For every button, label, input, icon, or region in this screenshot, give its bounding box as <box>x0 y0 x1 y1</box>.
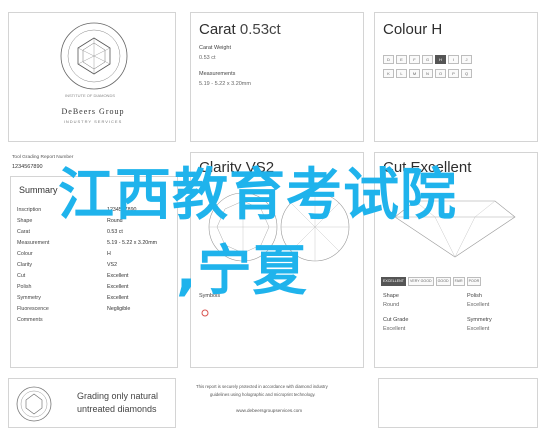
colour-grade-f: F <box>409 55 420 64</box>
summary-row-label: Shape <box>17 218 33 224</box>
colour-grade-i: I <box>448 55 459 64</box>
footer-notice-2: guidelines using holographic and micropr… <box>210 392 316 397</box>
summary-row-value: Excellent <box>107 295 129 301</box>
cut-scale: EXCELLENT VERY GOOD GOOD FAIR POOR <box>381 277 482 286</box>
cut-symmetry-label: Symmetry <box>467 317 492 323</box>
summary-row-value: VS2 <box>107 262 118 268</box>
colour-grade-l: L <box>396 69 407 78</box>
colour-grade-g: G <box>422 55 433 64</box>
summary-row-label: Polish <box>17 284 32 290</box>
colour-grade-k: K <box>383 69 394 78</box>
measurements-value: 5.19 - 5.22 x 3.20mm <box>199 81 251 87</box>
footer-notice-1: This report is securely protected in acc… <box>196 384 328 389</box>
brand-sub: INDUSTRY SERVICES <box>63 119 123 124</box>
summary-row-label: Fluorescence <box>17 306 49 312</box>
brand-name: DeBeers Group <box>61 107 125 116</box>
inclusion-symbol-icon <box>201 309 209 317</box>
carat-title: Carat 0.53ct <box>199 21 281 38</box>
summary-row-label: Colour <box>17 251 33 257</box>
colour-title: Colour H <box>383 21 442 38</box>
carat-weight-label: Carat Weight <box>199 45 231 51</box>
overlay-subline: ,宁夏 <box>176 239 308 302</box>
cut-grade-poor: POOR <box>466 277 482 286</box>
summary-row-label: Clarity <box>17 262 33 268</box>
carat-title-value: 0.53ct <box>239 21 281 38</box>
summary-row-value: Excellent <box>107 284 129 290</box>
colour-title-word: Colour <box>383 21 428 38</box>
seal-text: INSTITUTE OF DIAMONDS <box>65 93 115 98</box>
summary-row-label: Carat <box>17 229 30 235</box>
cut-polish-label: Polish <box>467 293 482 299</box>
carat-weight-value: 0.53 ct <box>199 55 216 61</box>
grading-line-1: Grading only natural <box>77 391 159 401</box>
footer-grading-panel: Grading only natural untreated diamonds <box>8 378 176 428</box>
summary-row-label: Inscription <box>17 207 42 213</box>
grading-line-2: untreated diamonds <box>77 404 157 414</box>
cut-grade-value: Excellent <box>383 326 406 332</box>
cut-polish-value: Excellent <box>467 302 490 308</box>
colour-scale-lower: KLMNOPQ <box>383 69 472 78</box>
summary-row-value: Negligible <box>107 306 131 312</box>
cut-symmetry-value: Excellent <box>467 326 490 332</box>
summary-row-value: Excellent <box>107 273 129 279</box>
colour-title-value: H <box>431 21 443 38</box>
colour-grade-d: D <box>383 55 394 64</box>
natural-diamond-seal-icon <box>16 386 52 422</box>
measurements-label: Measurements <box>199 71 236 77</box>
colour-grade-o: O <box>435 69 446 78</box>
colour-scale: DEFGHIJ <box>383 55 472 64</box>
summary-row-label: Measurement <box>17 240 50 246</box>
footer-website-link[interactable]: www.debeersgroupservices.com <box>236 408 302 413</box>
overlay-headline: 江西教育考试院 <box>58 163 457 228</box>
cut-shape-value: Round <box>383 302 400 308</box>
summary-row-label: Cut <box>17 273 26 279</box>
colour-grade-j: J <box>461 55 472 64</box>
cut-grade-good: GOOD <box>435 277 451 286</box>
colour-grade-n: N <box>422 69 433 78</box>
colour-grade-e: E <box>396 55 407 64</box>
report-number: 1234567890 <box>12 164 43 170</box>
carat-panel: Carat 0.53ct Carat Weight 0.53 ct Measur… <box>190 12 364 142</box>
cut-grade-fair: FAIR <box>452 277 465 286</box>
summary-row-label: Comments <box>17 317 43 323</box>
summary-title: Summary <box>19 185 58 195</box>
institute-seal-icon <box>60 22 128 90</box>
footer-right-panel <box>378 378 538 428</box>
summary-row-label: Symmetry <box>17 295 41 301</box>
logo-panel: INSTITUTE OF DIAMONDS DeBeers Group INDU… <box>8 12 176 142</box>
cut-shape-label: Shape <box>383 293 399 299</box>
colour-grade-h: H <box>435 55 446 64</box>
cut-grade-label: Cut Grade <box>383 317 409 323</box>
colour-grade-p: P <box>448 69 459 78</box>
summary-row-value: 5.19 - 5.22 x 3.20mm <box>107 240 158 246</box>
cut-grade-very-good: VERY GOOD <box>407 277 434 286</box>
cut-grade-excellent: EXCELLENT <box>381 277 406 286</box>
summary-row-value: H <box>107 251 111 257</box>
colour-grade-m: M <box>409 69 420 78</box>
carat-title-word: Carat <box>199 21 236 38</box>
colour-panel: Colour H DEFGHIJ KLMNOPQ <box>374 12 538 142</box>
colour-grade-q: Q <box>461 69 472 78</box>
